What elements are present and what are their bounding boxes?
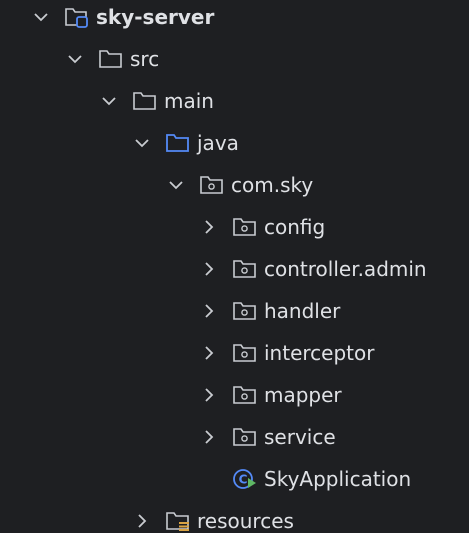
- chevron-right-icon[interactable]: [200, 428, 218, 446]
- folder-icon: [132, 90, 158, 112]
- tree-node-config[interactable]: config: [200, 206, 325, 248]
- svg-text:C: C: [239, 473, 248, 487]
- package-icon: [232, 258, 258, 280]
- tree-node-label: SkyApplication: [264, 467, 412, 491]
- package-icon: [232, 216, 258, 238]
- tree-node-label: src: [130, 47, 160, 71]
- module-folder-icon: [64, 6, 90, 28]
- package-icon: [232, 300, 258, 322]
- tree-node-java[interactable]: java: [133, 122, 239, 164]
- chevron-down-icon[interactable]: [167, 176, 185, 194]
- tree-node-label: controller.admin: [264, 257, 427, 281]
- spring-boot-class-icon: C: [232, 468, 258, 490]
- tree-node-label: com.sky: [231, 173, 314, 197]
- chevron-down-icon[interactable]: [66, 50, 84, 68]
- tree-node-mapper[interactable]: mapper: [200, 374, 342, 416]
- tree-node-sky-application[interactable]: C SkyApplication: [200, 458, 411, 500]
- tree-node-service[interactable]: service: [200, 416, 336, 458]
- tree-node-label: java: [197, 131, 239, 155]
- chevron-right-icon[interactable]: [133, 512, 151, 530]
- folder-icon: [98, 48, 124, 70]
- tree-node-label: config: [264, 215, 326, 239]
- tree-node-label: sky-server: [96, 5, 215, 29]
- tree-node-controller-admin[interactable]: controller.admin: [200, 248, 427, 290]
- tree-node-sky-server[interactable]: sky-server: [32, 0, 214, 38]
- tree-node-com-sky[interactable]: com.sky: [167, 164, 313, 206]
- package-icon: [232, 342, 258, 364]
- tree-node-src[interactable]: src: [66, 38, 159, 80]
- tree-node-label: mapper: [264, 383, 342, 407]
- tree-node-main[interactable]: main: [100, 80, 214, 122]
- resources-folder-icon: [165, 510, 191, 532]
- tree-node-handler[interactable]: handler: [200, 290, 340, 332]
- tree-node-resources[interactable]: resources: [133, 500, 294, 533]
- package-icon: [199, 174, 225, 196]
- package-icon: [232, 426, 258, 448]
- project-tree: sky-server src main java com.sky config …: [0, 0, 469, 533]
- chevron-right-icon[interactable]: [200, 302, 218, 320]
- source-folder-icon: [165, 132, 191, 154]
- tree-node-label: interceptor: [264, 341, 375, 365]
- chevron-right-icon[interactable]: [200, 260, 218, 278]
- chevron-down-icon[interactable]: [32, 8, 50, 26]
- chevron-right-icon[interactable]: [200, 344, 218, 362]
- chevron-right-icon[interactable]: [200, 218, 218, 236]
- tree-node-label: resources: [197, 509, 294, 533]
- tree-node-label: main: [164, 89, 214, 113]
- chevron-right-icon[interactable]: [200, 386, 218, 404]
- chevron-down-icon[interactable]: [133, 134, 151, 152]
- tree-node-label: handler: [264, 299, 341, 323]
- tree-node-interceptor[interactable]: interceptor: [200, 332, 374, 374]
- chevron-down-icon[interactable]: [100, 92, 118, 110]
- package-icon: [232, 384, 258, 406]
- tree-node-label: service: [264, 425, 336, 449]
